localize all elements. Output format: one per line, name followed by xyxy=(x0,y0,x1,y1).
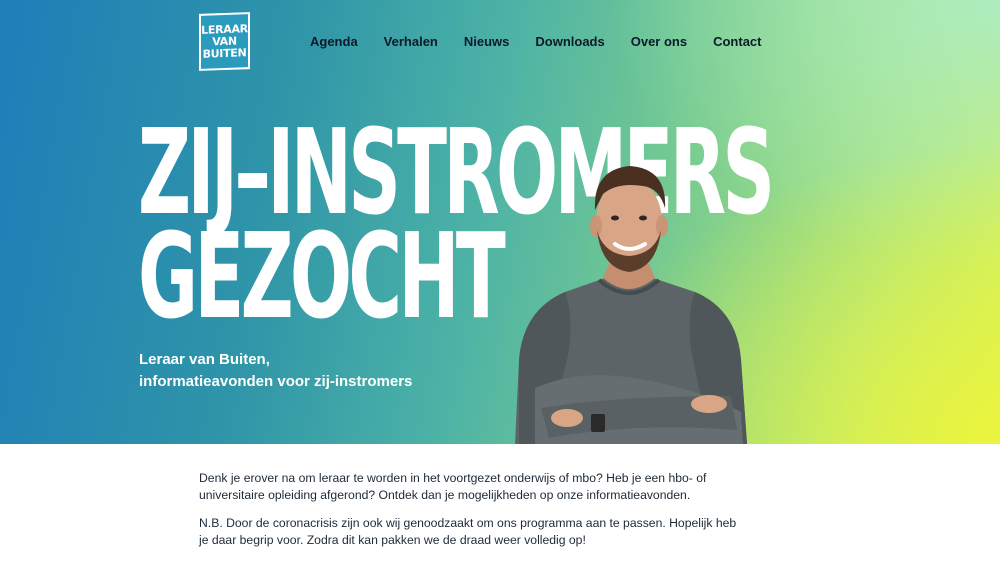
intro-content: Denk je erover na om leraar te worden in… xyxy=(199,470,739,560)
intro-paragraph: Denk je erover na om leraar te worden in… xyxy=(199,471,707,502)
leraar-van-buiten-logo[interactable]: LERAAR VAN BUITEN xyxy=(199,12,250,71)
man-with-crossed-arms-photo xyxy=(515,166,747,444)
nav-item-agenda[interactable]: Agenda xyxy=(310,34,358,49)
nav-item-verhalen[interactable]: Verhalen xyxy=(384,34,438,49)
hero-subtitle: Leraar van Buiten, informatieavonden voo… xyxy=(139,349,412,393)
logo-line-3: BUITEN xyxy=(202,45,247,61)
nav-item-downloads[interactable]: Downloads xyxy=(535,34,604,49)
notice-paragraph: N.B. Door de coronacrisis zijn ook wij g… xyxy=(199,516,737,547)
subtitle-line-1: Leraar van Buiten, xyxy=(139,351,270,368)
subtitle-line-2: informatieavonden voor zij-instromers xyxy=(139,373,413,390)
nav-item-over-ons[interactable]: Over ons xyxy=(631,34,687,49)
nav-item-nieuws[interactable]: Nieuws xyxy=(464,34,510,49)
main-navigation: Agenda Verhalen Nieuws Downloads Over on… xyxy=(310,34,761,49)
nav-item-contact[interactable]: Contact xyxy=(713,34,761,49)
hero-banner: LERAAR VAN BUITEN Agenda Verhalen Nieuws… xyxy=(0,0,1000,444)
